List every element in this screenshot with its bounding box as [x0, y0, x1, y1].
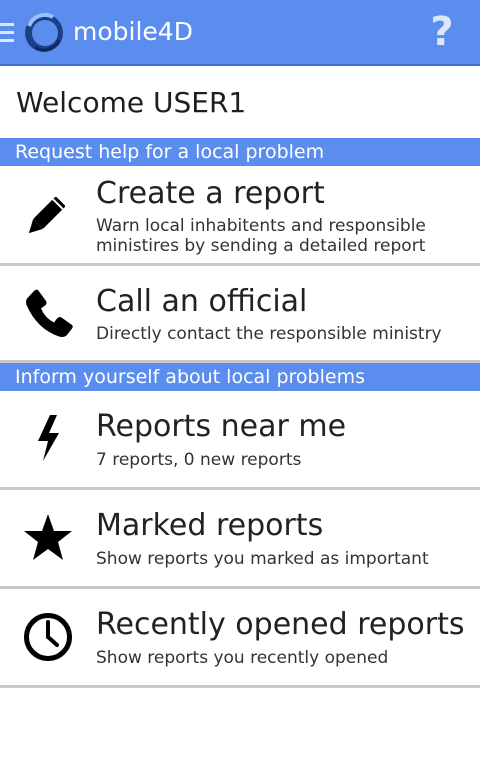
item-subtitle: Show reports you recently opened: [96, 648, 389, 668]
item-subtitle: Show reports you marked as important: [96, 549, 429, 569]
item-title: Call an official: [96, 284, 308, 319]
menu-icon[interactable]: [0, 21, 14, 45]
welcome-text: Welcome USER1: [16, 86, 247, 119]
item-title: Create a report: [96, 176, 325, 211]
lightning-icon: [22, 414, 74, 466]
help-button[interactable]: ?: [424, 8, 460, 56]
pencil-icon: [22, 188, 74, 240]
app-title: mobile4D: [73, 17, 193, 46]
create-report-item[interactable]: Create a report Warn local inhabitents a…: [0, 166, 480, 266]
section-header-request-help: Request help for a local problem: [0, 138, 480, 166]
item-title: Recently opened reports: [96, 607, 465, 642]
action-bar: mobile4D ?: [0, 0, 480, 66]
item-subtitle: Directly contact the responsible ministr…: [96, 324, 442, 344]
phone-icon: [22, 288, 74, 340]
marked-reports-item[interactable]: Marked reports Show reports you marked a…: [0, 490, 480, 589]
item-subtitle: 7 reports, 0 new reports: [96, 450, 302, 470]
clock-icon: [22, 611, 74, 663]
call-official-item[interactable]: Call an official Directly contact the re…: [0, 266, 480, 363]
item-subtitle: Warn local inhabitents and responsible m…: [96, 216, 426, 256]
reports-near-me-item[interactable]: Reports near me 7 reports, 0 new reports: [0, 391, 480, 490]
section-header-inform-yourself: Inform yourself about local problems: [0, 363, 480, 391]
star-icon: [22, 512, 74, 564]
item-title: Marked reports: [96, 508, 324, 543]
mobile4d-logo-icon[interactable]: [23, 12, 65, 54]
item-title: Reports near me: [96, 409, 347, 444]
recently-opened-reports-item[interactable]: Recently opened reports Show reports you…: [0, 589, 480, 688]
